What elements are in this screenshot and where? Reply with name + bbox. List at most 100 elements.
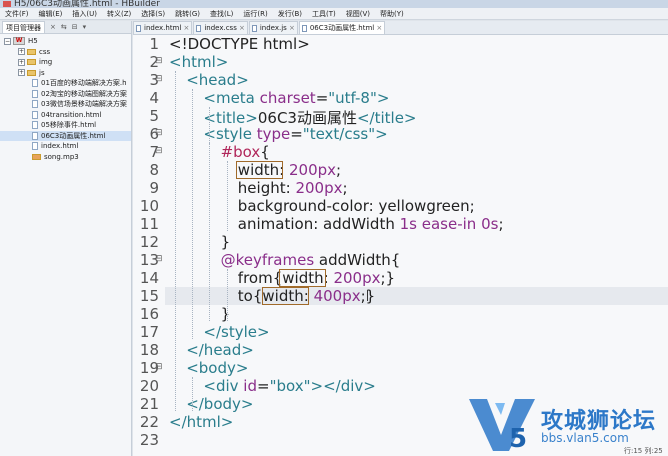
line-number: 21 [139,395,159,413]
tree-file[interactable]: 02淘宝的移动端图解决方案 [0,89,131,100]
editor-tab[interactable]: 06C3动画属性.html × [298,21,386,35]
tree-folder[interactable]: + js [0,68,131,79]
code-token: ease-in [421,215,482,233]
watermark-url: bbs.vlan5.com [541,431,629,445]
match-highlight [261,287,309,305]
line-number: 23 [139,431,159,449]
code-line[interactable]: @keyframes addWidth{ [221,251,401,269]
code-line[interactable]: } [221,233,231,251]
menu-item[interactable]: 编辑(E) [34,8,68,20]
match-highlight [235,161,283,179]
collapse-icon[interactable]: ⊟ [72,23,78,31]
fold-toggle-icon[interactable]: ⊟ [155,74,163,84]
code-line[interactable]: } [221,305,231,323]
code-token: ; [498,215,504,233]
tree-file[interactable]: 03微信场景移动端解决方案 [0,99,131,110]
code-line[interactable]: height: 200px; [238,179,348,197]
line-number: 10 [139,197,159,215]
menu-item[interactable]: 跳转(G) [170,8,205,20]
close-icon[interactable]: × [376,22,382,35]
tree-file[interactable]: 04transition.html [0,110,131,121]
tree-label: 02淘宝的移动端图解决方案 [41,89,127,98]
file-icon [196,25,202,32]
menu-item[interactable]: 转义(Z) [102,8,136,20]
tree-file[interactable]: song.mp3 [0,152,131,163]
code-token: > [375,125,388,143]
code-line[interactable]: <style type="text/css"> [203,125,387,143]
code-token: </head> [186,341,254,359]
code-line[interactable]: <html> [169,53,228,71]
code-line[interactable]: </head> [186,341,254,359]
editor-tab[interactable]: index.css × [193,21,248,34]
code-line[interactable]: <!DOCTYPE html> [169,35,310,53]
link-icon[interactable]: ⇆ [61,23,67,31]
chevron-down-icon[interactable]: ▾ [83,23,87,31]
code-line[interactable]: </style> [203,323,269,341]
menu-item[interactable]: 文件(F) [0,8,34,20]
code-line[interactable]: </body> [186,395,253,413]
app-icon [3,1,11,7]
close-icon[interactable]: × [50,23,56,31]
code-line[interactable]: </html> [169,413,233,431]
close-icon[interactable]: × [289,22,295,35]
code-line[interactable]: <head> [186,71,249,89]
tree-file[interactable]: 06C3动画属性.html [0,130,131,141]
line-number: 5 [149,107,159,125]
indent-guide [226,269,228,321]
fold-toggle-icon[interactable]: ⊟ [155,128,163,138]
tree-file[interactable]: 05移除事件.html [0,120,131,131]
tree-folder[interactable]: + img [0,57,131,68]
menu-item[interactable]: 选择(S) [136,8,170,20]
code-line[interactable]: #box{ [221,143,270,161]
code-token: { [260,143,270,161]
menu-bar: 文件(F) 编辑(E) 插入(U) 转义(Z) 选择(S) 跳转(G) 查找(L) 运行(R)… [0,8,668,20]
menu-item[interactable]: 视图(V) [341,8,375,20]
fold-toggle-icon[interactable]: ⊟ [155,146,163,156]
tree-label: css [39,47,51,56]
expand-icon[interactable]: + [18,48,25,55]
code-line[interactable]: <body> [186,359,248,377]
close-icon[interactable]: × [183,22,189,35]
code-editor[interactable]: 1 2 ⊟ 3 ⊟ 4 5 6 ⊟ 7 ⊟ 8 9 10 11 12 13 ⊟ 14 15 16 17 18 19 ⊟ 20 21 2… [133,35,668,456]
menu-item[interactable]: 发行(B) [273,8,307,20]
expand-icon[interactable]: + [18,69,25,76]
code-area[interactable]: <!DOCTYPE html> <html> <head> <meta charset… [165,35,668,456]
close-icon[interactable]: × [239,22,245,35]
match-highlight [278,269,326,287]
code-line[interactable]: animation: addWidth 1s ease-in 0s; [238,215,504,233]
tree-file[interactable]: index.html [0,141,131,152]
code-line[interactable]: background-color: yellowgreen; [238,197,475,215]
code-token: ; [469,197,475,215]
editor-tab[interactable]: index.js × [248,21,298,35]
file-icon [32,142,38,150]
menu-item[interactable]: 查找(L) [205,8,238,20]
menu-item[interactable]: 工具(T) [307,8,341,20]
menu-item[interactable]: 帮助(Y) [375,8,409,20]
fold-toggle-icon[interactable]: ⊟ [155,56,163,66]
tree-label: 01百度的移动端解决方案.h [41,79,127,87]
project-icon: W [13,37,25,45]
line-number: 18 [139,341,159,359]
code-line[interactable]: <title>06C3动画属性</title> [203,107,416,127]
tree-folder[interactable]: + css [0,47,131,58]
code-token: "box" [269,377,311,395]
expand-icon[interactable]: + [18,58,25,66]
code-token: height [237,179,286,197]
tree-folder[interactable]: − W H5 [0,36,131,47]
file-icon [32,79,38,87]
code-token: <!DOCTYPE html> [169,35,310,53]
fold-toggle-icon[interactable]: ⊟ [155,254,163,264]
editor-tab[interactable]: index.html × [133,21,193,35]
tab-project-manager[interactable]: 项目管理器 [2,21,45,33]
menu-item[interactable]: 运行(R) [238,8,272,20]
editor-tab-label: index.css [204,24,237,32]
code-token: 0s [481,215,499,233]
tree-file[interactable]: 01百度的移动端解决方案.h [0,78,131,89]
code-token: #box [220,143,261,161]
expand-icon[interactable]: − [4,37,11,45]
code-line[interactable]: <div id="box"></div> [203,377,375,395]
menu-item[interactable]: 插入(U) [67,8,102,20]
fold-toggle-icon[interactable]: ⊟ [155,362,163,372]
code-token: "text/css" [302,125,376,143]
code-line[interactable]: <meta charset="utf-8"> [203,89,389,107]
